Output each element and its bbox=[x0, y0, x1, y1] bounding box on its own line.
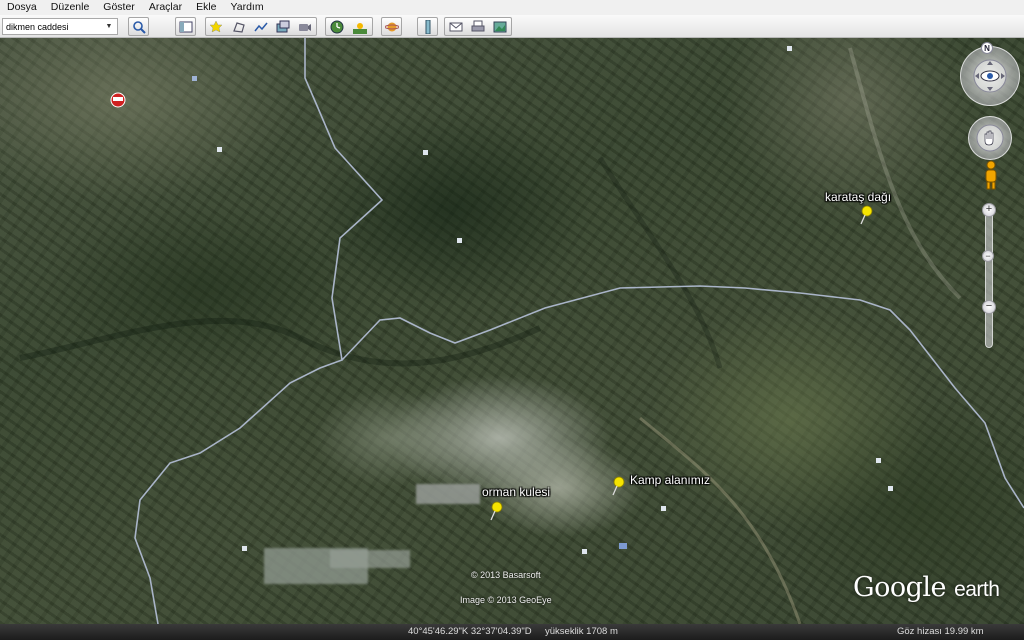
sunlight-icon bbox=[352, 22, 367, 34]
map-overlay bbox=[19, 38, 1024, 624]
zoom-slider-track[interactable] bbox=[985, 208, 993, 348]
blurred-label-area bbox=[330, 550, 410, 568]
blurred-label-area bbox=[416, 484, 480, 504]
zoom-out-button[interactable]: − bbox=[982, 300, 996, 314]
save-image-icon bbox=[493, 21, 506, 32]
elevation-readout: yükseklik 1708 m bbox=[545, 626, 618, 637]
copyright-basarsoft: © 2013 Basarsoft bbox=[471, 570, 541, 580]
add-placemark-icon bbox=[209, 19, 223, 32]
record-tour-icon bbox=[298, 23, 311, 31]
historical-imagery-icon bbox=[330, 20, 343, 33]
search-icon bbox=[132, 20, 146, 34]
menu-duzenle[interactable]: Düzenle bbox=[44, 0, 97, 15]
eye-icon bbox=[973, 59, 1007, 93]
camp-marker-icon bbox=[619, 543, 627, 549]
email-icon bbox=[449, 22, 462, 31]
add-polygon-icon bbox=[232, 21, 245, 33]
search-input[interactable] bbox=[3, 19, 103, 34]
sidebar-toggle-button[interactable] bbox=[175, 17, 196, 36]
dropdown-arrow-icon[interactable]: ▼ bbox=[103, 23, 115, 30]
menu-bar: Dosya Düzenle Göster Araçlar Ekle Yardım bbox=[0, 0, 1024, 15]
map-view[interactable]: karataş dağı Kamp alanımız orman kulesi … bbox=[0, 38, 1024, 624]
add-path-button[interactable] bbox=[250, 17, 271, 36]
compass-north-button[interactable]: N bbox=[981, 42, 993, 54]
menu-goster[interactable]: Göster bbox=[96, 0, 142, 15]
road-marker-icon bbox=[661, 506, 666, 511]
road-marker-icon bbox=[423, 150, 428, 155]
placemark-label-orman-kulesi[interactable]: orman kulesi bbox=[482, 485, 550, 499]
ruler-button[interactable] bbox=[417, 17, 438, 36]
search-combo[interactable]: ▼ bbox=[2, 18, 118, 35]
road-marker-icon bbox=[217, 147, 222, 152]
menu-ekle[interactable]: Ekle bbox=[189, 0, 223, 15]
look-joystick[interactable] bbox=[960, 46, 1020, 106]
eye-altitude-readout: Göz hizası 19.99 km bbox=[897, 626, 984, 637]
road-marker-icon bbox=[192, 76, 197, 81]
pushpin-icon[interactable] bbox=[488, 501, 504, 521]
road-marker-icon bbox=[457, 238, 462, 243]
zoom-in-button[interactable]: + bbox=[982, 203, 996, 217]
road-marker-icon bbox=[876, 458, 881, 463]
add-image-overlay-button[interactable] bbox=[272, 17, 293, 36]
status-bar: 40°45'46.29"K 32°37'04.39"D yükseklik 17… bbox=[0, 624, 1024, 640]
copyright-geoeye: Image © 2013 GeoEye bbox=[460, 595, 552, 605]
sidebar-icon bbox=[179, 21, 192, 32]
print-button[interactable] bbox=[467, 17, 488, 36]
menu-yardim[interactable]: Yardım bbox=[224, 0, 271, 15]
add-image-overlay-icon bbox=[276, 20, 289, 32]
coordinates-readout: 40°45'46.29"K 32°37'04.39"D bbox=[408, 626, 532, 637]
record-tour-button[interactable] bbox=[294, 17, 315, 36]
add-placemark-button[interactable] bbox=[206, 17, 227, 36]
google-earth-logo: Google earth bbox=[853, 572, 1000, 603]
add-polygon-button[interactable] bbox=[228, 17, 249, 36]
sunlight-button[interactable] bbox=[349, 17, 370, 36]
placemark-label-kamp[interactable]: Kamp alanımız bbox=[630, 473, 710, 487]
placemark-label-karatas[interactable]: karataş dağı bbox=[825, 190, 891, 204]
add-path-icon bbox=[253, 22, 268, 31]
email-button[interactable] bbox=[445, 17, 466, 36]
street-view-pegman-icon[interactable] bbox=[983, 160, 999, 190]
move-joystick[interactable] bbox=[968, 116, 1012, 160]
road-marker-icon bbox=[582, 549, 587, 554]
zoom-slider-thumb[interactable]: − bbox=[982, 250, 994, 262]
search-button[interactable] bbox=[128, 17, 149, 36]
border-line bbox=[134, 38, 384, 624]
road-marker-icon bbox=[888, 486, 893, 491]
hand-icon bbox=[976, 124, 1004, 152]
historical-imagery-button[interactable] bbox=[326, 17, 347, 36]
switch-to-sky-icon bbox=[384, 22, 399, 31]
pushpin-icon[interactable] bbox=[610, 476, 626, 496]
print-icon bbox=[471, 20, 484, 31]
save-image-button[interactable] bbox=[489, 17, 510, 36]
ruler-icon bbox=[425, 19, 430, 34]
road-marker-icon bbox=[242, 546, 247, 551]
toolbar: ▼ bbox=[0, 15, 1024, 38]
switch-to-sky-button[interactable] bbox=[381, 17, 402, 36]
menu-araclar[interactable]: Araçlar bbox=[142, 0, 189, 15]
menu-dosya[interactable]: Dosya bbox=[0, 0, 44, 15]
road-marker-icon bbox=[787, 46, 792, 51]
pushpin-icon[interactable] bbox=[858, 205, 874, 225]
